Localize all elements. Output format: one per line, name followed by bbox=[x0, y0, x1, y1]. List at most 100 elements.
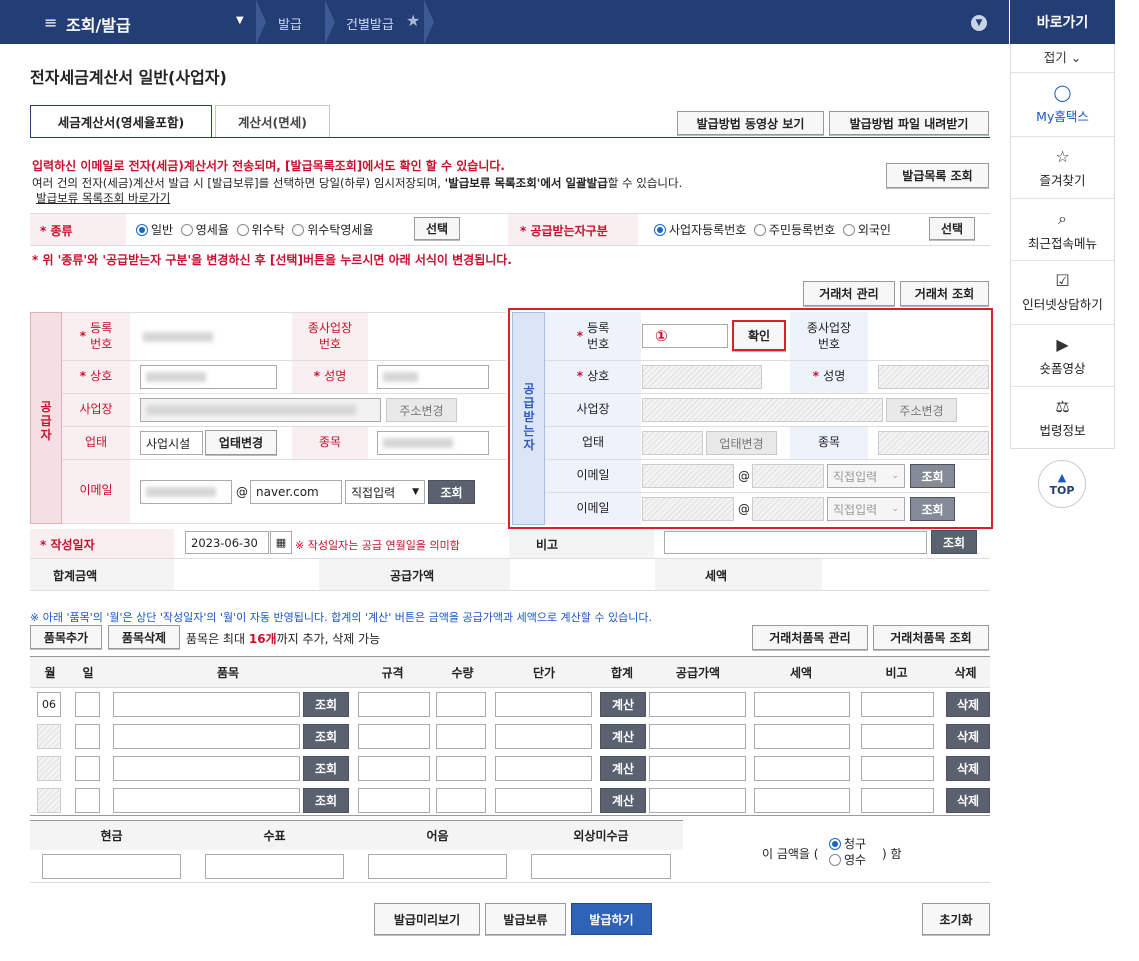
receiver-email1-domain-input[interactable] bbox=[752, 464, 824, 488]
receiver-addr-input[interactable] bbox=[642, 398, 883, 422]
pay-input-note[interactable] bbox=[368, 854, 507, 879]
calendar-icon[interactable]: ▦ bbox=[270, 531, 292, 554]
item-day-input[interactable] bbox=[75, 788, 100, 813]
pay-input-check[interactable] bbox=[205, 854, 344, 879]
chevron-down-icon[interactable]: ▼ bbox=[971, 15, 987, 31]
item-qty-input[interactable] bbox=[436, 788, 486, 813]
item-spec-input[interactable] bbox=[358, 788, 430, 813]
item-name-input[interactable] bbox=[113, 788, 300, 813]
hold-list-link[interactable]: 발급보류 목록조회 바로가기 bbox=[36, 190, 170, 206]
radio-residentno[interactable] bbox=[753, 224, 766, 236]
item-delete-row-button[interactable]: 삭제 bbox=[946, 756, 990, 781]
item-tax-input[interactable] bbox=[754, 788, 850, 813]
item-unit-price-input[interactable] bbox=[495, 788, 592, 813]
supplier-email-search-button[interactable]: 조회 bbox=[428, 480, 475, 504]
receiver-email1-id-input[interactable] bbox=[642, 464, 734, 488]
receiver-name-input[interactable] bbox=[642, 365, 762, 389]
breadcrumb-single-issue[interactable]: 건별발급 bbox=[346, 14, 394, 33]
item-day-input[interactable] bbox=[75, 756, 100, 781]
breadcrumb-issue[interactable]: 발급 bbox=[278, 14, 302, 33]
item-supply-input[interactable] bbox=[649, 788, 746, 813]
preview-button[interactable]: 발급미리보기 bbox=[374, 903, 480, 935]
star-icon[interactable]: ★ bbox=[406, 11, 420, 30]
item-memo-input[interactable] bbox=[861, 788, 934, 813]
memo-input[interactable] bbox=[664, 531, 927, 554]
item-spec-input[interactable] bbox=[358, 724, 430, 749]
item-supply-input[interactable] bbox=[649, 692, 746, 717]
radio-bizno[interactable] bbox=[654, 224, 666, 236]
item-tax-input[interactable] bbox=[754, 756, 850, 781]
item-add-button[interactable]: 품목추가 bbox=[30, 625, 102, 649]
receiver-biz-input[interactable] bbox=[642, 431, 703, 455]
supplier-email-domain-select[interactable]: 직접입력 ▼ bbox=[345, 480, 425, 504]
sidebar-item-consult[interactable]: ☑ 인터넷상담하기 bbox=[1011, 260, 1114, 324]
pay-input-cash[interactable] bbox=[42, 854, 181, 879]
file-guide-button[interactable]: 발급방법 파일 내려받기 bbox=[829, 111, 989, 135]
item-spec-input[interactable] bbox=[358, 692, 430, 717]
item-delete-button[interactable]: 품목삭제 bbox=[108, 625, 180, 649]
supplier-biz-input[interactable]: 사업시설 bbox=[140, 431, 203, 455]
sidebar-item-favorites[interactable]: ☆ 즐겨찾기 bbox=[1011, 136, 1114, 198]
hold-button[interactable]: 발급보류 bbox=[485, 903, 566, 935]
item-spec-input[interactable] bbox=[358, 756, 430, 781]
item-qty-input[interactable] bbox=[436, 692, 486, 717]
receiver-type-select-button[interactable]: 선택 bbox=[929, 217, 975, 240]
item-month-input[interactable] bbox=[37, 756, 61, 781]
memo-search-button[interactable]: 조회 bbox=[931, 530, 977, 554]
supplier-addr-change-button[interactable]: 주소변경 bbox=[386, 398, 457, 422]
tab-invoice-exempt[interactable]: 계산서(면세) bbox=[215, 105, 330, 137]
supplier-addr-input[interactable] bbox=[140, 398, 381, 422]
item-day-input[interactable] bbox=[75, 692, 100, 717]
radio-general[interactable] bbox=[136, 224, 148, 236]
radio-consign-zero[interactable] bbox=[292, 224, 305, 236]
client-search-button[interactable]: 거래처 조회 bbox=[900, 281, 989, 306]
item-memo-input[interactable] bbox=[861, 692, 934, 717]
receiver-biz-change-button[interactable]: 업태변경 bbox=[706, 431, 777, 455]
supplier-item-input[interactable] bbox=[377, 431, 489, 455]
item-search-button[interactable]: 조회 bbox=[303, 788, 349, 813]
item-name-input[interactable] bbox=[113, 724, 300, 749]
receiver-email1-search-button[interactable]: 조회 bbox=[910, 464, 955, 488]
issue-button[interactable]: 발급하기 bbox=[571, 903, 652, 935]
video-guide-button[interactable]: 발급방법 동영상 보기 bbox=[677, 111, 824, 135]
radio-consign[interactable] bbox=[236, 224, 249, 236]
reset-button[interactable]: 초기화 bbox=[922, 903, 990, 935]
hamburger-icon[interactable]: ≡ bbox=[44, 13, 57, 32]
item-month-input[interactable] bbox=[37, 724, 61, 749]
client-item-manage-button[interactable]: 거래처품목 관리 bbox=[752, 625, 868, 650]
item-supply-input[interactable] bbox=[649, 724, 746, 749]
item-search-button[interactable]: 조회 bbox=[303, 692, 349, 717]
pay-input-credit[interactable] bbox=[531, 854, 671, 879]
item-delete-row-button[interactable]: 삭제 bbox=[946, 724, 990, 749]
item-search-button[interactable]: 조회 bbox=[303, 724, 349, 749]
date-input[interactable]: 2023-06-30 bbox=[185, 531, 269, 554]
item-unit-price-input[interactable] bbox=[495, 756, 592, 781]
item-name-input[interactable] bbox=[113, 692, 300, 717]
radio-claim[interactable] bbox=[829, 838, 841, 850]
item-calc-button[interactable]: 계산 bbox=[600, 724, 646, 749]
nav-menu-title[interactable]: 조회/발급 bbox=[66, 12, 131, 36]
supplier-email-domain-input[interactable]: naver.com bbox=[250, 480, 342, 504]
item-delete-row-button[interactable]: 삭제 bbox=[946, 692, 990, 717]
supplier-biz-change-button[interactable]: 업태변경 bbox=[205, 430, 277, 455]
receiver-confirm-button[interactable]: 확인 bbox=[732, 320, 786, 351]
receiver-type-radio-group[interactable]: 사업자등록번호 주민등록번호 외국인 bbox=[654, 221, 891, 238]
supplier-name-input[interactable] bbox=[140, 365, 277, 389]
radio-foreigner[interactable] bbox=[842, 224, 855, 236]
issue-list-button[interactable]: 발급목록 조회 bbox=[886, 163, 989, 188]
item-delete-row-button[interactable]: 삭제 bbox=[946, 788, 990, 813]
supplier-rep-input[interactable] bbox=[377, 365, 489, 389]
receiver-email2-domain-input[interactable] bbox=[752, 497, 824, 521]
receiver-reg-input[interactable]: ① bbox=[642, 324, 728, 348]
top-button[interactable]: ▲ TOP bbox=[1038, 460, 1086, 508]
item-day-input[interactable] bbox=[75, 724, 100, 749]
pay-radio-group[interactable]: 청구 영수 bbox=[829, 836, 866, 868]
item-calc-button[interactable]: 계산 bbox=[600, 692, 646, 717]
client-manage-button[interactable]: 거래처 관리 bbox=[803, 281, 895, 306]
item-tax-input[interactable] bbox=[754, 724, 850, 749]
item-name-input[interactable] bbox=[113, 756, 300, 781]
item-memo-input[interactable] bbox=[861, 724, 934, 749]
item-month-input[interactable] bbox=[37, 788, 61, 813]
sidebar-item-shortform[interactable]: ▶ 숏폼영상 bbox=[1011, 324, 1114, 386]
receiver-addr-change-button[interactable]: 주소변경 bbox=[886, 398, 957, 422]
